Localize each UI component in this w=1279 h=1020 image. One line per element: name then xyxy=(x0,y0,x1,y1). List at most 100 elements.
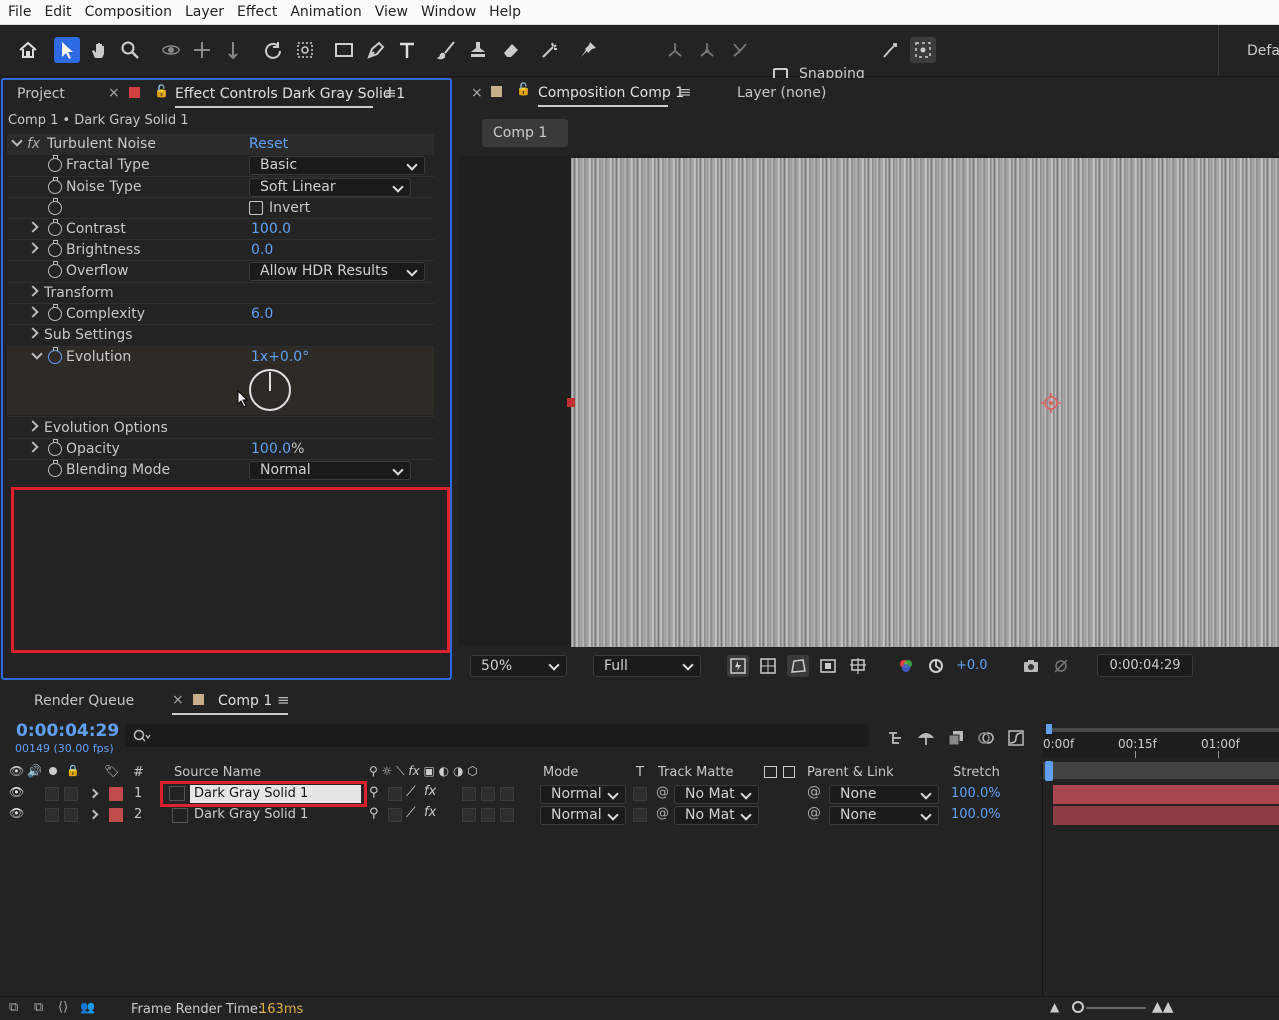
clone-stamp-icon[interactable] xyxy=(465,37,491,63)
zoom-tool-icon[interactable] xyxy=(117,37,143,63)
track-matte-dropdown[interactable]: No Mat xyxy=(674,785,759,804)
matte-pickwhip-icon[interactable]: @ xyxy=(656,806,669,821)
stopwatch-icon[interactable] xyxy=(48,460,62,477)
lock-icon[interactable]: 🔓 xyxy=(516,82,531,96)
stopwatch-icon[interactable] xyxy=(48,155,62,172)
layer-name[interactable]: Dark Gray Solid 1 xyxy=(194,807,308,822)
evolution-dial[interactable] xyxy=(249,369,291,411)
chevron-right-icon[interactable] xyxy=(27,221,39,233)
motion-blur-switch[interactable] xyxy=(481,787,495,801)
comp-viewer-canvas[interactable] xyxy=(571,158,1279,647)
blending-mode-dropdown[interactable]: Normal xyxy=(249,461,411,480)
collapse-switch[interactable] xyxy=(388,808,402,822)
motion-blur-switch[interactable] xyxy=(481,808,495,822)
dolly-camera-icon[interactable] xyxy=(220,37,246,63)
fx-icon[interactable]: fx xyxy=(27,136,40,152)
prop-sub-settings[interactable]: Sub Settings xyxy=(7,325,434,346)
fractal-type-dropdown[interactable]: Basic xyxy=(249,156,425,175)
quality-switch[interactable]: ⟋ xyxy=(406,805,416,821)
tab-project[interactable]: Project xyxy=(17,86,65,102)
layer-duration-bar[interactable] xyxy=(1053,806,1279,825)
zoom-in-icon[interactable]: ▲▲ xyxy=(1152,999,1174,1015)
chevron-right-icon[interactable] xyxy=(88,788,99,799)
close-icon[interactable]: × xyxy=(172,692,184,708)
opacity-number[interactable]: 100.0 xyxy=(251,441,291,457)
puppet-pin-icon[interactable] xyxy=(575,37,601,63)
stopwatch-icon[interactable] xyxy=(48,177,62,194)
layer-row[interactable]: 👁 1 Dark Gray Solid 1 ⚲ ⟋ fx Normal @ No… xyxy=(0,781,1042,807)
transfer-controls-toggle-icon[interactable]: ⧉ xyxy=(34,1000,43,1015)
tab-composition[interactable]: Composition Comp 1 xyxy=(538,85,684,101)
tab-render-queue[interactable]: Render Queue xyxy=(34,693,134,709)
menu-window[interactable]: Window xyxy=(421,4,476,20)
stopwatch-icon[interactable] xyxy=(48,240,62,257)
reset-exposure-icon[interactable] xyxy=(925,655,947,677)
timeline-current-time[interactable]: 0:00:04:29 xyxy=(16,721,119,741)
parent-dropdown[interactable]: None xyxy=(829,785,939,804)
in-out-toggle-icon[interactable]: ⟨⟩ xyxy=(58,1000,68,1015)
reset-link[interactable]: Reset xyxy=(249,136,288,152)
col-source-name[interactable]: Source Name xyxy=(174,765,261,780)
col-stretch[interactable]: Stretch xyxy=(953,765,1000,780)
menu-edit[interactable]: Edit xyxy=(44,4,71,20)
stopwatch-icon[interactable] xyxy=(48,347,62,364)
shy-switch[interactable]: ⚲ xyxy=(369,785,379,800)
chevron-right-icon[interactable] xyxy=(27,441,39,453)
preserve-transparency[interactable] xyxy=(633,787,647,801)
fast-previews-icon[interactable] xyxy=(727,655,749,677)
col-mode[interactable]: Mode xyxy=(543,765,578,780)
chevron-right-icon[interactable] xyxy=(88,809,99,820)
eye-icon[interactable]: 👁 xyxy=(9,785,24,799)
effects-switch[interactable]: fx xyxy=(424,784,436,799)
parent-pickwhip-icon[interactable]: @ xyxy=(807,805,821,821)
overflow-dropdown[interactable]: Allow HDR Results xyxy=(249,262,425,281)
layer-label-color[interactable] xyxy=(109,787,123,801)
frame-blend-switch[interactable] xyxy=(462,808,476,822)
eye-icon[interactable]: 👁 xyxy=(9,764,24,778)
label-tag-icon[interactable]: 🏷 xyxy=(104,764,119,778)
lock-column-icon[interactable]: 🔒 xyxy=(66,764,80,777)
tab-layer[interactable]: Layer (none) xyxy=(737,85,826,101)
rectangle-tool-icon[interactable] xyxy=(331,37,357,63)
mode-dropdown[interactable]: Normal xyxy=(540,785,626,804)
stopwatch-icon[interactable] xyxy=(48,439,62,456)
preserve-transparency[interactable] xyxy=(633,808,647,822)
collapse-switch[interactable] xyxy=(388,787,402,801)
opacity-value[interactable]: 100.0% xyxy=(251,441,304,457)
graph-editor-icon[interactable] xyxy=(1005,727,1027,749)
snapshot-camera-icon[interactable] xyxy=(1020,655,1042,677)
menu-view[interactable]: View xyxy=(375,4,408,20)
noise-type-dropdown[interactable]: Soft Linear xyxy=(249,178,411,197)
frame-blend-switch[interactable] xyxy=(462,787,476,801)
invert-checkbox[interactable] xyxy=(249,201,263,215)
solo-toggle[interactable] xyxy=(45,808,59,822)
col-track-matte[interactable]: Track Matte xyxy=(658,765,734,780)
composition-flowchart-icon[interactable] xyxy=(885,727,907,749)
chevron-down-icon[interactable] xyxy=(31,348,43,360)
solo-toggle[interactable] xyxy=(45,787,59,801)
zoom-dropdown[interactable]: 50% xyxy=(470,655,567,677)
timeline-nav-bar[interactable] xyxy=(1043,762,1279,779)
menu-composition[interactable]: Composition xyxy=(85,4,172,20)
current-time-indicator[interactable] xyxy=(1045,761,1053,781)
snap-features-icon[interactable] xyxy=(910,37,936,63)
chevron-right-icon[interactable] xyxy=(27,242,39,254)
comp-navigator-button[interactable]: Comp 1 xyxy=(482,119,568,147)
tab-effect-controls[interactable]: Effect Controls Dark Gray Solid 1 xyxy=(175,86,405,102)
zoom-out-icon[interactable]: ▲ xyxy=(1050,1000,1059,1014)
chevron-down-icon[interactable] xyxy=(11,135,23,147)
parent-dropdown[interactable]: None xyxy=(829,806,939,825)
track-matte-dropdown[interactable]: No Mat xyxy=(674,806,759,825)
brightness-value[interactable]: 0.0 xyxy=(251,242,273,258)
grid-guides-icon[interactable] xyxy=(847,655,869,677)
current-time-display[interactable]: 0:00:04:29 xyxy=(1097,654,1193,677)
chevron-right-icon[interactable] xyxy=(27,327,39,339)
lock-toggle[interactable] xyxy=(64,787,78,801)
prop-transform[interactable]: Transform xyxy=(7,283,434,304)
close-icon[interactable]: × xyxy=(108,85,120,101)
complexity-value[interactable]: 6.0 xyxy=(251,306,273,322)
resolution-dropdown[interactable]: Full xyxy=(593,655,701,677)
solo-icon[interactable] xyxy=(49,767,57,775)
layer-duration-bar[interactable] xyxy=(1053,785,1279,804)
time-ruler[interactable] xyxy=(1043,730,1279,758)
